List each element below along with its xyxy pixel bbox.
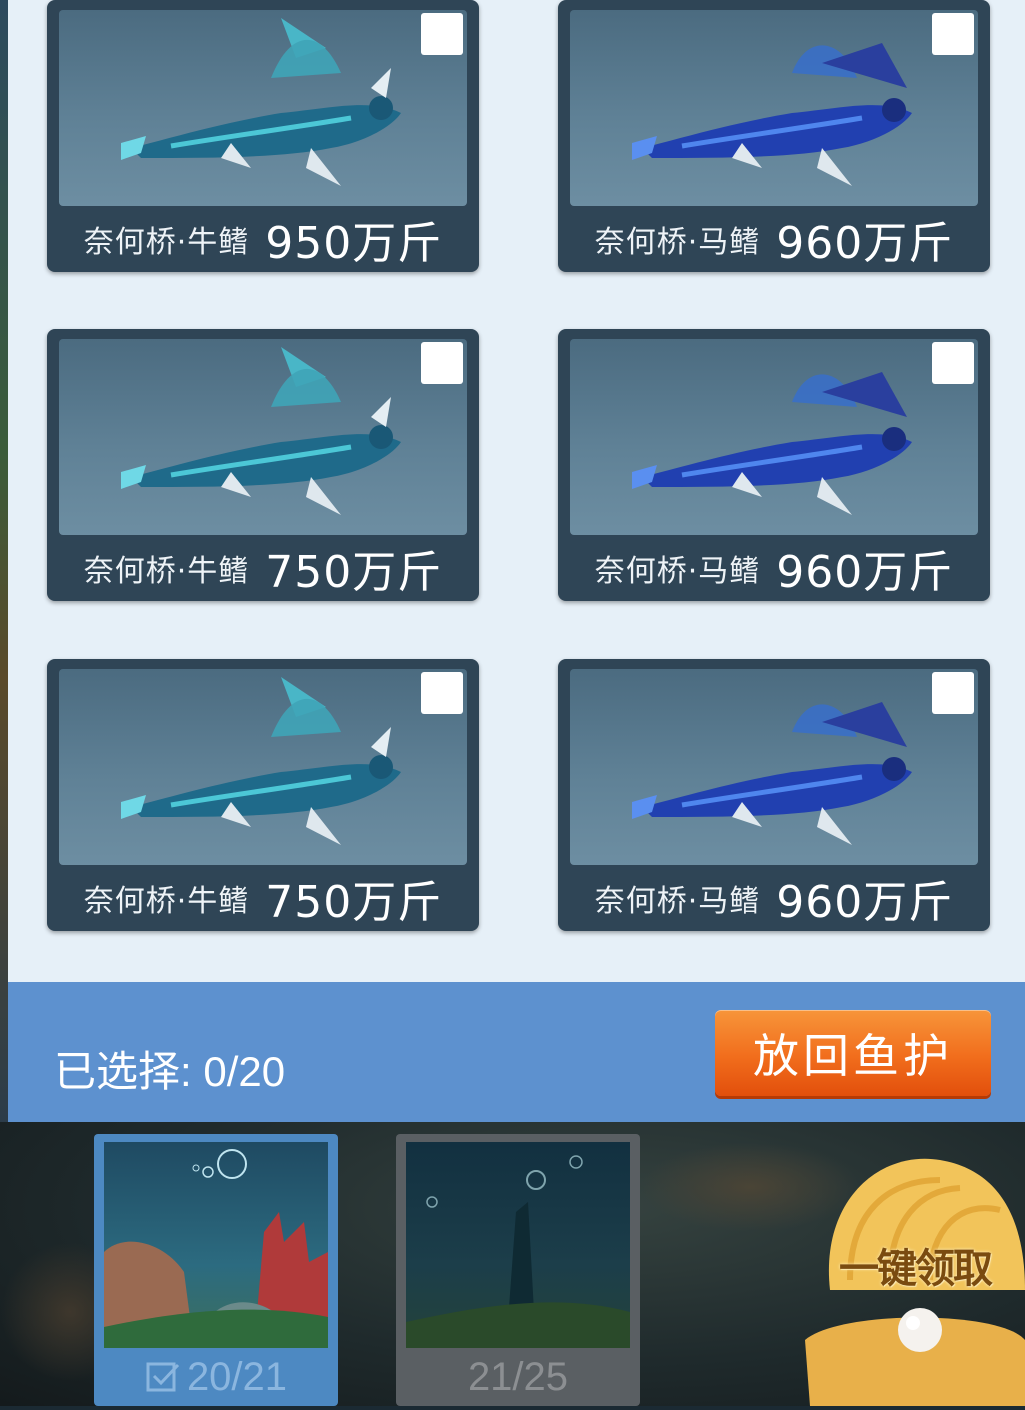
fish-label: 奈何桥·马鳍 960万斤 bbox=[558, 206, 990, 272]
fish-name: 奈何桥·马鳍 bbox=[594, 225, 761, 260]
fish-label: 奈何桥·牛鳍 750万斤 bbox=[47, 535, 479, 601]
bull-dragon-fish-icon bbox=[121, 677, 401, 845]
tank-count: 21/25 bbox=[396, 1348, 640, 1406]
horse-dragon-fish-icon bbox=[632, 702, 912, 845]
tank-count: 20/21 bbox=[94, 1348, 338, 1406]
bull-dragon-fish-icon bbox=[121, 18, 401, 186]
fish-card[interactable]: 奈何桥·马鳍 960万斤 bbox=[558, 329, 990, 601]
bull-dragon-fish-icon bbox=[121, 347, 401, 515]
fish-image bbox=[59, 10, 467, 206]
fish-name: 奈何桥·马鳍 bbox=[594, 884, 761, 919]
select-checkbox[interactable] bbox=[932, 342, 974, 384]
fish-weight: 960万斤 bbox=[776, 218, 954, 269]
fish-weight: 950万斤 bbox=[265, 218, 443, 269]
select-checkbox[interactable] bbox=[421, 13, 463, 55]
fish-image bbox=[570, 339, 978, 535]
fish-weight: 960万斤 bbox=[776, 877, 954, 928]
fish-label: 奈何桥·牛鳍 950万斤 bbox=[47, 206, 479, 272]
return-to-keepnet-button[interactable]: 放回鱼护 bbox=[715, 1010, 991, 1096]
selection-footer: 已选择: 0/20 放回鱼护 bbox=[8, 982, 1025, 1122]
fish-image bbox=[570, 669, 978, 865]
fish-image bbox=[59, 669, 467, 865]
fish-image bbox=[570, 10, 978, 206]
tank-thumbnail[interactable]: 21/25 bbox=[396, 1134, 640, 1406]
fish-card[interactable]: 奈何桥·马鳍 960万斤 bbox=[558, 0, 990, 272]
fish-label: 奈何桥·马鳍 960万斤 bbox=[558, 865, 990, 931]
fish-name: 奈何桥·牛鳍 bbox=[83, 225, 250, 260]
checkbox-checked-icon bbox=[146, 1362, 180, 1392]
selected-count: 已选择: 0/20 bbox=[54, 1048, 286, 1095]
coral-tank-image bbox=[104, 1142, 328, 1348]
tank-count-value: 21/25 bbox=[467, 1354, 569, 1399]
horse-dragon-fish-icon bbox=[632, 372, 912, 515]
fish-name: 奈何桥·马鳍 bbox=[594, 554, 761, 589]
fish-card[interactable]: 奈何桥·牛鳍 950万斤 bbox=[47, 0, 479, 272]
fish-name: 奈何桥·牛鳍 bbox=[83, 554, 250, 589]
dark-tank-image bbox=[406, 1142, 630, 1348]
select-checkbox[interactable] bbox=[932, 13, 974, 55]
collect-label: 一键领取 bbox=[839, 1246, 993, 1292]
fish-card[interactable]: 奈何桥·马鳍 960万斤 bbox=[558, 659, 990, 931]
select-checkbox[interactable] bbox=[421, 672, 463, 714]
fish-weight: 750万斤 bbox=[265, 877, 443, 928]
select-checkbox[interactable] bbox=[421, 342, 463, 384]
select-checkbox[interactable] bbox=[932, 672, 974, 714]
fish-card[interactable]: 奈何桥·牛鳍 750万斤 bbox=[47, 329, 479, 601]
tank-count-value: 20/21 bbox=[186, 1354, 288, 1399]
fish-image bbox=[59, 339, 467, 535]
fish-label: 奈何桥·马鳍 960万斤 bbox=[558, 535, 990, 601]
fish-card[interactable]: 奈何桥·牛鳍 750万斤 bbox=[47, 659, 479, 931]
tank-thumbnail[interactable]: 20/21 bbox=[94, 1134, 338, 1406]
horse-dragon-fish-icon bbox=[632, 43, 912, 186]
fish-weight: 960万斤 bbox=[776, 547, 954, 598]
fish-label: 奈何桥·牛鳍 750万斤 bbox=[47, 865, 479, 931]
one-click-collect-button[interactable]: 一键领取 bbox=[800, 1140, 1025, 1406]
fish-weight: 750万斤 bbox=[265, 547, 443, 598]
fish-name: 奈何桥·牛鳍 bbox=[83, 884, 250, 919]
fish-selection-panel: 奈何桥·牛鳍 950万斤 奈何桥·马鳍 960万斤 奈何桥·牛鳍 750万斤 奈… bbox=[8, 0, 1025, 1122]
